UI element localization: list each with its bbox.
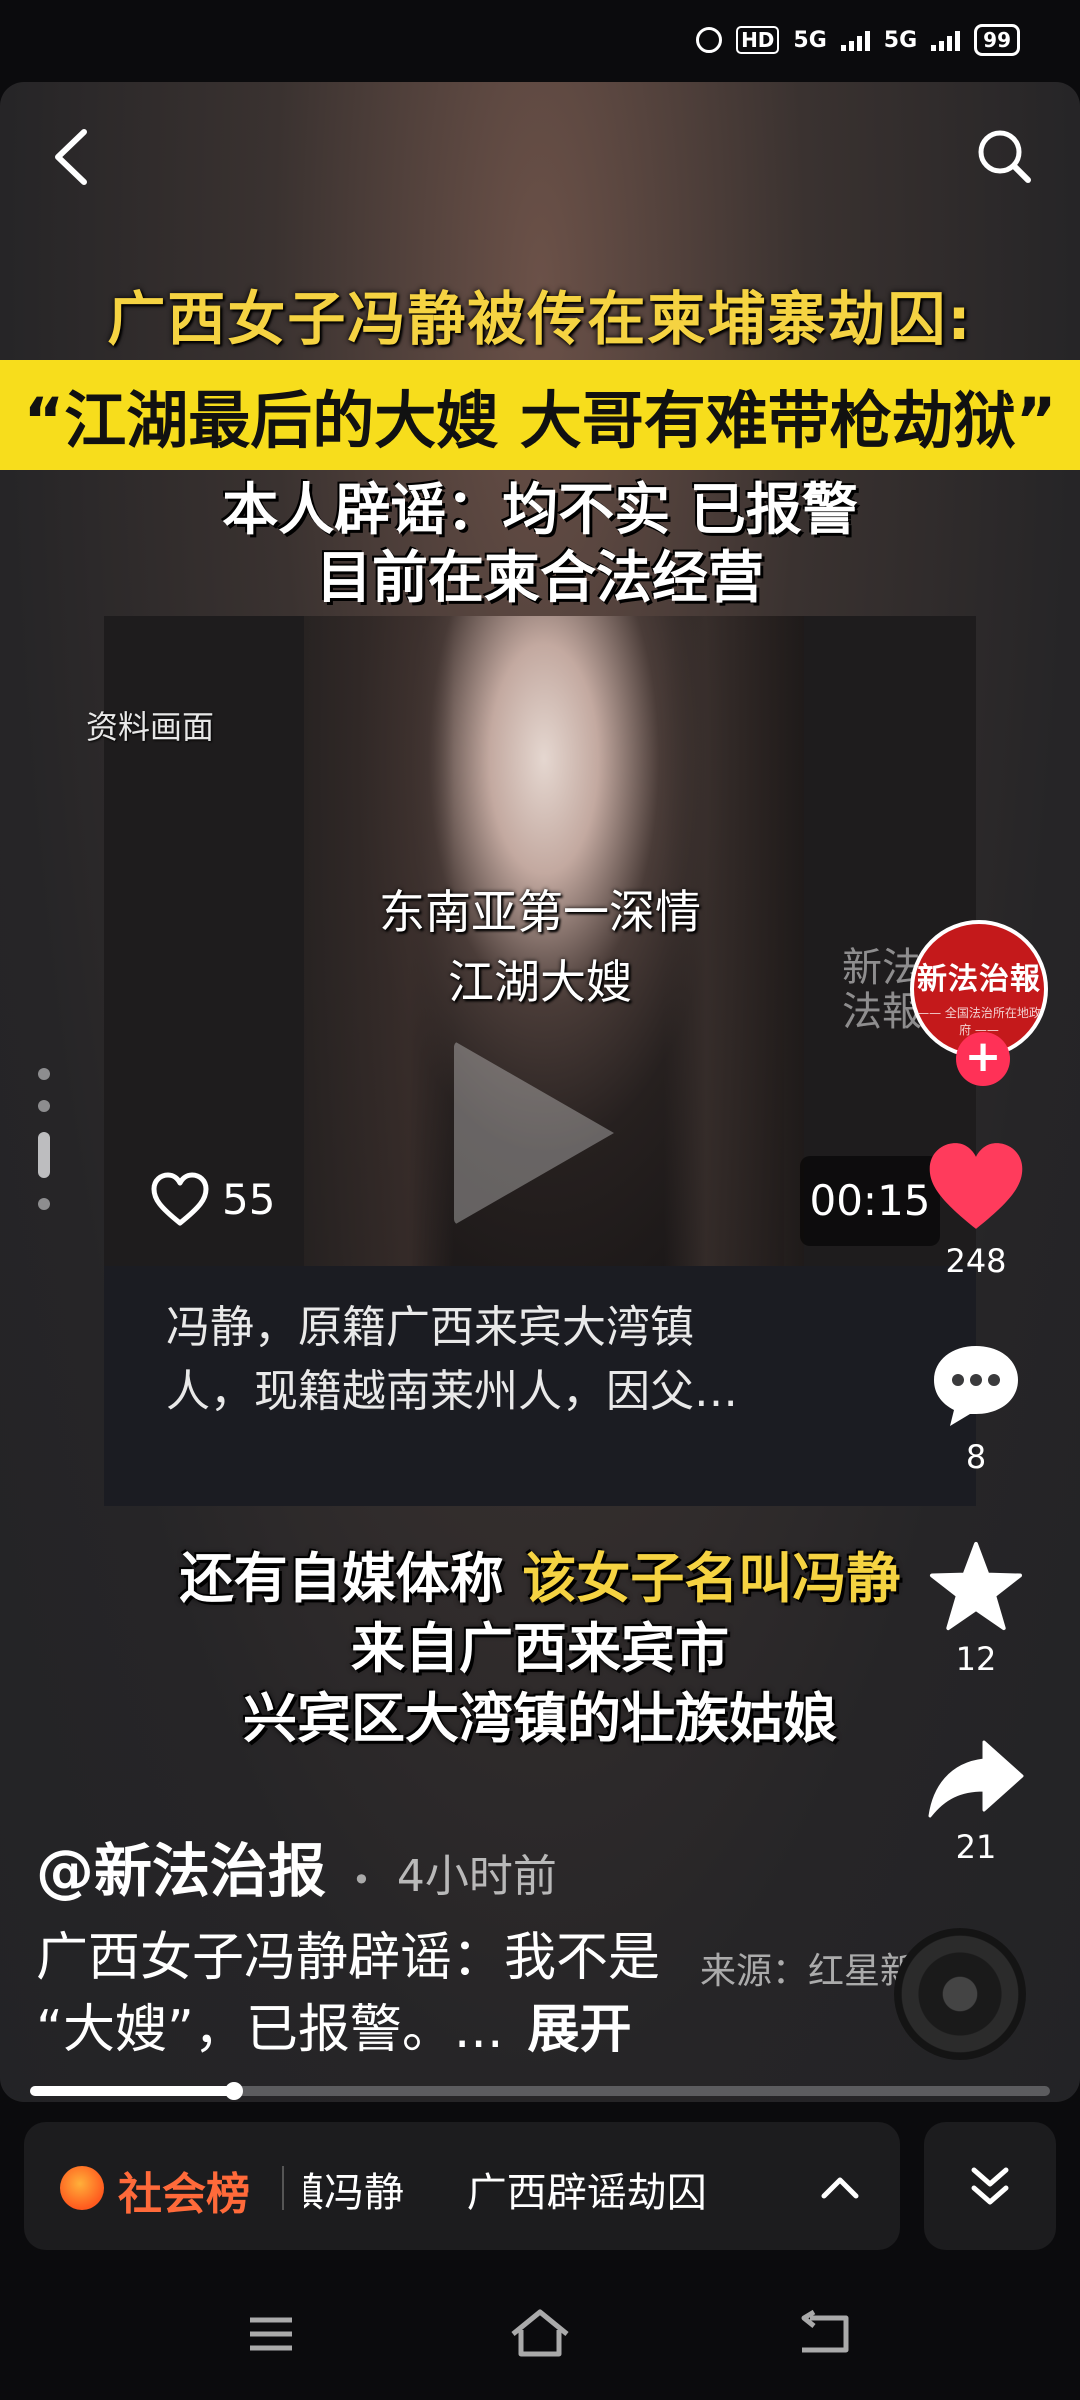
home-icon[interactable] [505, 2304, 575, 2364]
play-icon[interactable] [454, 1041, 614, 1225]
share-count: 21 [955, 1828, 997, 1866]
status-bar: HD 5G 5G 99 [0, 0, 1080, 80]
embedded-video-frame[interactable]: 东南亚第一深情 江湖大嫂 新法 法報 55 00:15 [104, 616, 976, 1266]
caption-line-1-prefix: 还有自媒体称 [179, 1547, 523, 1610]
heart-icon [929, 1143, 1023, 1229]
progress-fill [30, 2086, 234, 2096]
fire-icon [60, 2166, 104, 2210]
hot-list-bar[interactable]: 社会榜 湾镇冯静 广西辟谣劫囚 [24, 2122, 900, 2250]
share-button[interactable]: 21 [886, 1738, 1066, 1866]
embedded-video-card[interactable]: 东南亚第一深情 江湖大嫂 新法 法報 55 00:15 资料画面 冯静，原籍广西… [86, 616, 976, 1506]
double-chevron-down-icon [971, 2167, 1009, 2205]
video-subtitle-line-1: 东南亚第一深情 [379, 885, 701, 939]
headline-line-3a: 本人辟谣：均不实 已报警 [222, 478, 858, 543]
back-arrow-icon[interactable] [40, 122, 110, 192]
headline-line-3: 本人辟谣：均不实 已报警 目前在柬合法经营 [0, 477, 1080, 613]
headline-line-2: “江湖最后的大嫂 大哥有难带枪劫狱” [23, 384, 1057, 457]
description-line-1: 广西女子冯静辟谣：我不是 [36, 1928, 661, 1988]
favorite-button[interactable]: 12 [886, 1540, 1066, 1678]
battery-indicator: 99 [974, 24, 1020, 56]
post-time: 4小时前 [396, 1851, 557, 1902]
system-nav-bar [0, 2270, 1080, 2400]
separator-dot: • [352, 1861, 371, 1899]
comment-icon [934, 1346, 1018, 1426]
collapse-button[interactable] [924, 2122, 1056, 2250]
progress-handle[interactable] [225, 2082, 243, 2100]
description-line-2: “大嫂”，已报警。... [36, 2000, 504, 2060]
hot-item-2[interactable]: 广西辟谣劫囚 [467, 2160, 707, 2218]
star-icon [930, 1541, 1022, 1631]
embedded-desc-line-2: 人，现籍越南莱州人，因父… [166, 1366, 738, 1417]
caption-line-1-highlight: 该女子名叫冯静 [522, 1547, 901, 1610]
embedded-like-count: 55 [222, 1174, 276, 1224]
comment-button[interactable]: 8 [886, 1340, 1066, 1476]
archive-footage-label: 资料画面 [86, 708, 215, 746]
menu-icon[interactable] [236, 2304, 306, 2364]
alarm-icon [696, 27, 723, 53]
signal-2-icon [931, 29, 961, 51]
hot-list-divider [282, 2166, 284, 2210]
expand-button[interactable]: 展开 [527, 2000, 631, 2060]
favorite-count: 12 [955, 1640, 997, 1678]
like-count: 248 [945, 1242, 1007, 1280]
music-disc-icon[interactable] [894, 1928, 1026, 2060]
hot-item-1[interactable]: 湾镇冯静 [304, 2160, 404, 2218]
hot-list-label[interactable]: 社会榜 [118, 2158, 250, 2222]
network-1-label: 5G [793, 27, 827, 53]
embedded-desc-line-1: 冯静，原籍广西来宾大湾镇 [166, 1302, 694, 1353]
hot-list-ticker[interactable]: 湾镇冯静 广西辟谣劫囚 [304, 2160, 804, 2220]
network-2-label: 5G [883, 27, 918, 53]
share-arrow-icon [928, 1740, 1024, 1818]
page-indicator [38, 1068, 50, 1230]
avatar-brand-text: 新法治報 [917, 962, 1041, 997]
follow-button[interactable]: + [956, 1032, 1010, 1086]
signal-1-icon [840, 29, 870, 51]
chevron-up-icon[interactable] [810, 2158, 870, 2218]
post-description[interactable]: 广西女子冯静辟谣：我不是 “大嫂”，已报警。... 展开 [36, 1922, 796, 2066]
comment-count: 8 [965, 1438, 987, 1476]
hd-indicator: HD [736, 26, 780, 54]
status-icons: HD 5G 5G 99 [696, 24, 1020, 56]
heart-outline-icon [151, 1172, 209, 1226]
search-icon[interactable] [970, 122, 1040, 192]
author-name[interactable]: @新法治报 [36, 1824, 326, 1908]
like-button[interactable]: 248 [886, 1138, 1066, 1280]
author-row: @新法治报 • 4小时前 [36, 1824, 557, 1908]
headline-line-1: 广西女子冯静被传在柬埔寨劫囚: [107, 285, 973, 353]
back-nav-icon[interactable] [790, 2304, 860, 2364]
embedded-like[interactable]: 55 [150, 1171, 275, 1227]
video-progress-bar[interactable] [30, 2082, 1050, 2100]
headline-line-3b: 目前在柬合法经营 [316, 546, 764, 611]
embedded-description: 冯静，原籍广西来宾大湾镇 人，现籍越南莱州人，因父… [166, 1296, 926, 1424]
